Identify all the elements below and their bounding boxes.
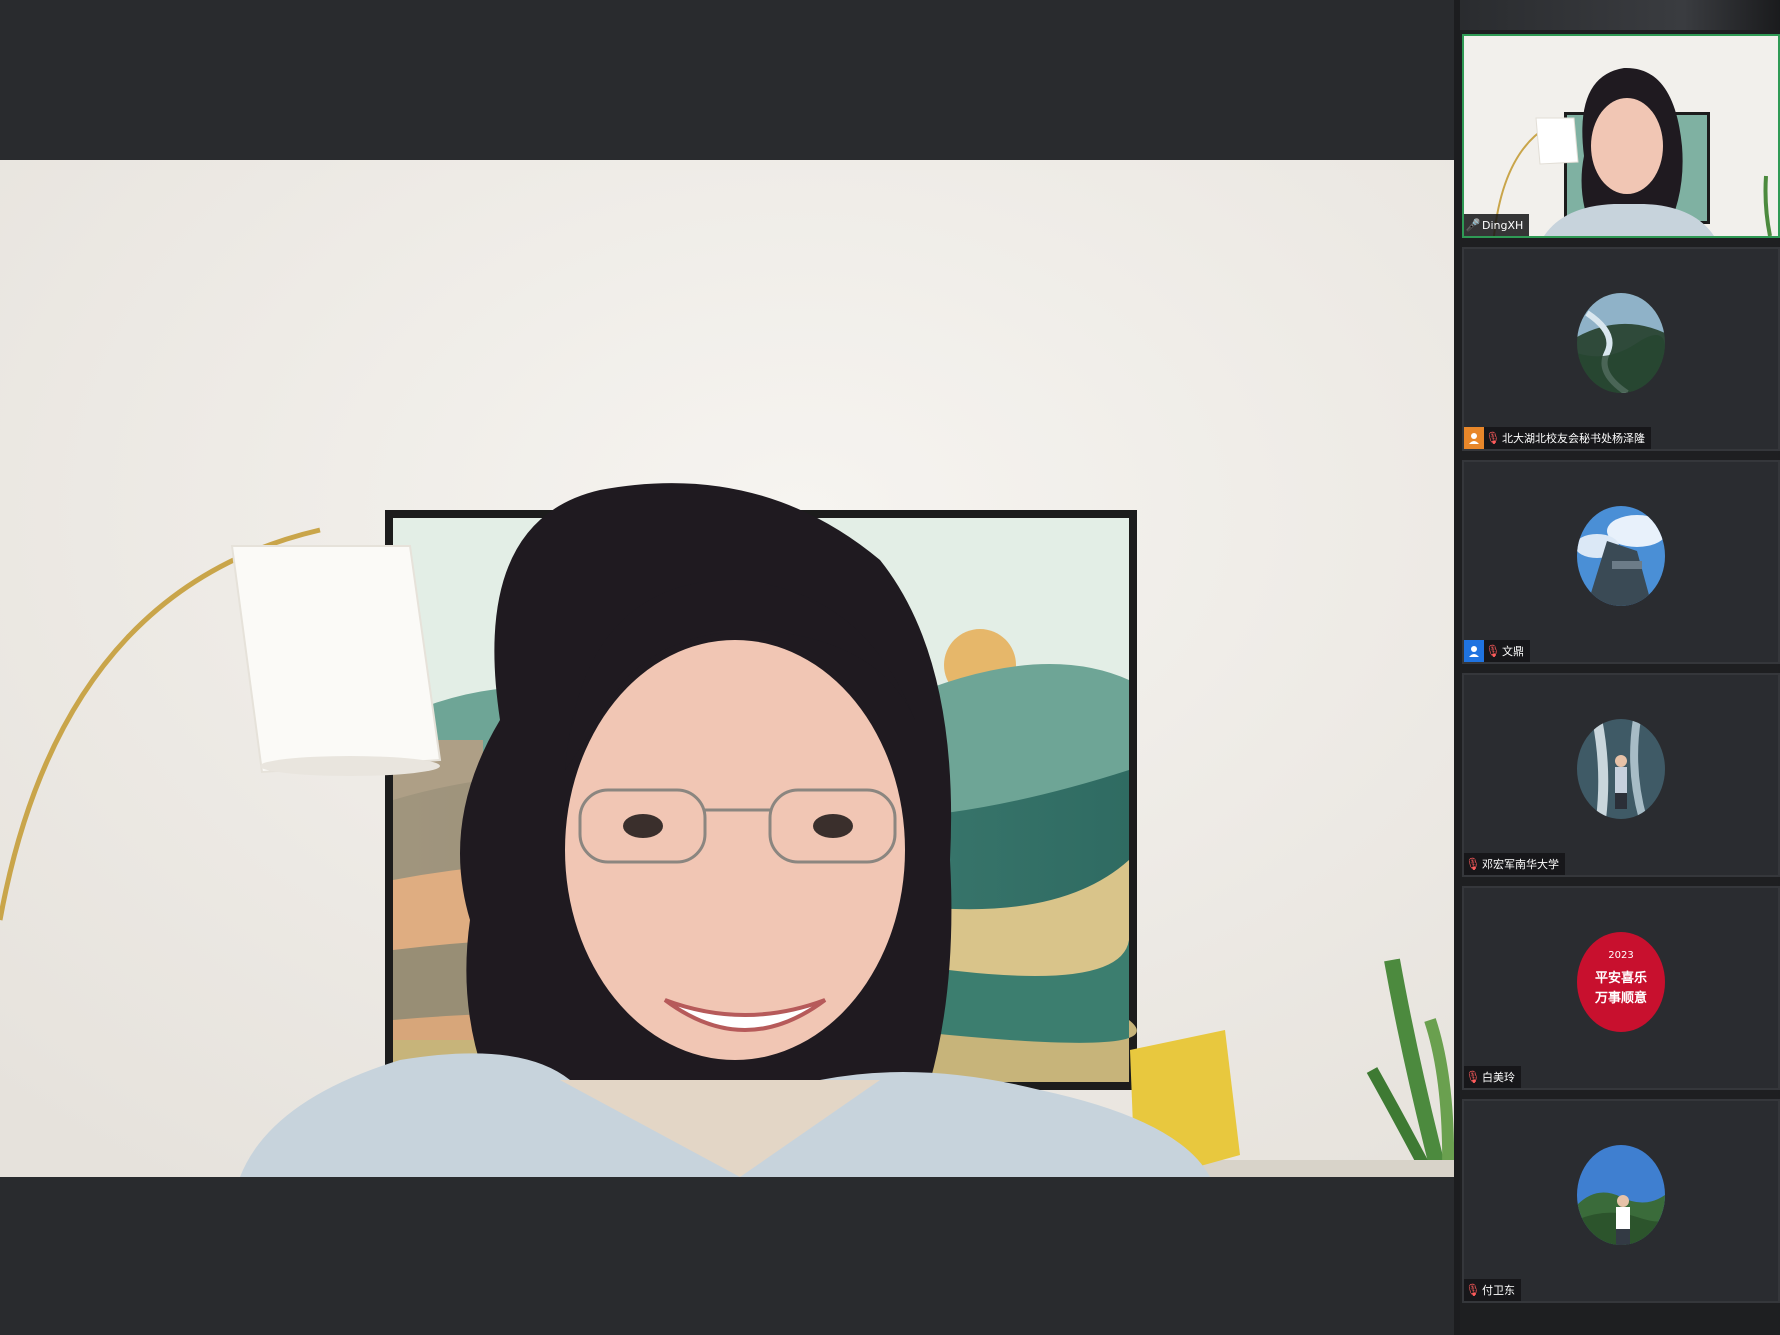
participant-tile-4[interactable]: 🎙 邓宏军南华大学 (1462, 673, 1780, 877)
mic-muted-icon[interactable]: 🎙 (1484, 427, 1502, 449)
participant-avatar (1577, 293, 1665, 393)
participant-name: 北大湖北校友会秘书处杨泽隆 (1502, 432, 1645, 445)
mic-muted-icon[interactable]: 🎙 (1464, 853, 1482, 875)
participant-tile-2[interactable]: 🎙 北大湖北校友会秘书处杨泽隆 (1462, 247, 1780, 451)
mic-muted-icon[interactable]: 🎙 (1464, 1066, 1482, 1088)
participant-strip: 🎤 DingXH 🎙 北大湖北校友会秘书处杨泽隆 🎙 文鼎 🎙 邓宏军南华大学 … (1460, 0, 1780, 1335)
avatar-line-1: 平安喜乐 (1595, 970, 1647, 986)
speaker-video-frame (0, 160, 1454, 1177)
cohost-badge-icon (1464, 640, 1484, 662)
participant-name-tag: 🎤 DingXH (1464, 214, 1530, 236)
participant-avatar: 2023 平安喜乐 万事顺意 (1577, 932, 1665, 1032)
participant-tile-3[interactable]: 🎙 文鼎 (1462, 460, 1780, 664)
participant-name-tag: 🎙 邓宏军南华大学 (1464, 853, 1565, 875)
host-badge-icon (1464, 427, 1484, 449)
mic-muted-icon[interactable]: 🎙 (1484, 640, 1502, 662)
video-meeting-window: 🎤 DingXH 🎙 北大湖北校友会秘书处杨泽隆 🎙 文鼎 🎙 邓宏军南华大学 … (0, 0, 1780, 1335)
participant-name: DingXH (1482, 218, 1524, 232)
speaker-video[interactable] (0, 160, 1454, 1177)
participant-tile-5[interactable]: 2023 平安喜乐 万事顺意 🎙 白美玲 (1462, 886, 1780, 1090)
participant-video-1 (1464, 36, 1778, 236)
participant-avatar (1577, 719, 1665, 819)
strip-topbar (1460, 0, 1780, 30)
participant-name-tag: 🎙 白美玲 (1464, 1066, 1521, 1088)
participant-tile-1[interactable]: 🎤 DingXH (1462, 34, 1780, 238)
participant-name: 付卫东 (1482, 1284, 1515, 1297)
avatar-year: 2023 (1608, 950, 1633, 961)
mic-on-icon[interactable]: 🎤 (1464, 214, 1482, 236)
participant-name-tag: 🎙 付卫东 (1464, 1279, 1521, 1301)
participant-name: 白美玲 (1482, 1071, 1515, 1084)
participant-avatar (1577, 1145, 1665, 1245)
participant-tile-6[interactable]: 🎙 付卫东 (1462, 1099, 1780, 1303)
participant-name-tag: 🎙 北大湖北校友会秘书处杨泽隆 (1464, 427, 1651, 449)
participant-avatar (1577, 506, 1665, 606)
participant-name: 文鼎 (1502, 645, 1524, 658)
mic-muted-icon[interactable]: 🎙 (1464, 1279, 1482, 1301)
participant-name: 邓宏军南华大学 (1482, 858, 1559, 871)
avatar-line-2: 万事顺意 (1594, 990, 1647, 1006)
participant-name-tag: 🎙 文鼎 (1464, 640, 1530, 662)
main-stage (0, 0, 1454, 1335)
